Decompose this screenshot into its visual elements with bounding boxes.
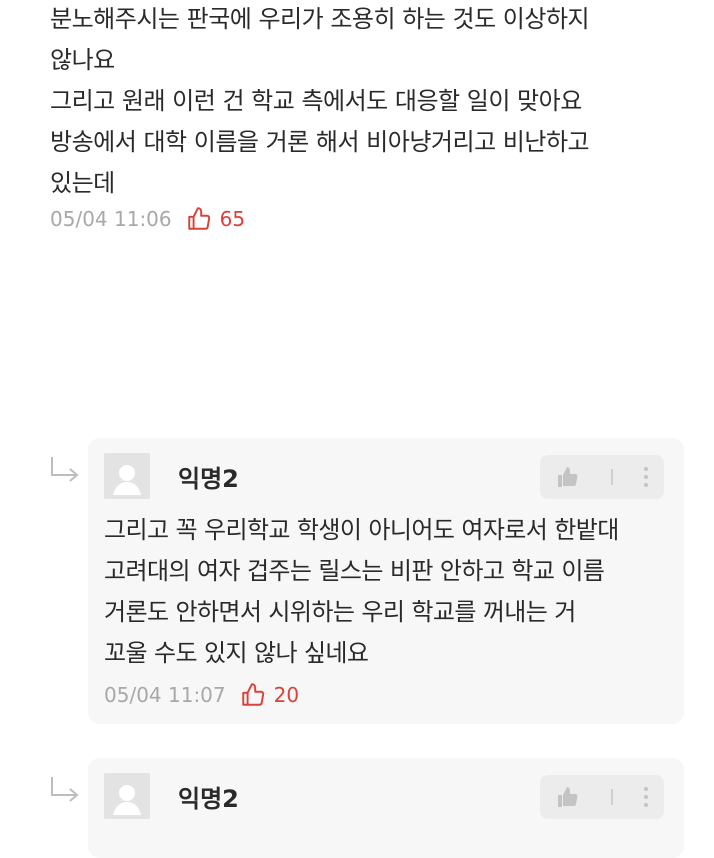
default-avatar-icon[interactable] bbox=[104, 453, 150, 499]
reply-card: 익명2 그리고 꼭 우리학교 학생이 아니어도 여자로서 한밭대 고려대의 여자… bbox=[88, 438, 684, 724]
reply-arrow-icon bbox=[51, 457, 79, 482]
like-button[interactable]: 20 bbox=[240, 682, 299, 708]
like-count: 20 bbox=[273, 683, 300, 707]
comment-meta: 05/04 11:06 65 bbox=[50, 206, 690, 232]
reply-card: 익명2 bbox=[88, 758, 684, 858]
reply-timestamp: 05/04 11:07 bbox=[104, 683, 226, 707]
default-avatar-icon[interactable] bbox=[104, 773, 150, 819]
comment-timestamp: 05/04 11:06 bbox=[50, 207, 172, 231]
reply-arrow-icon bbox=[51, 777, 79, 802]
divider bbox=[610, 789, 613, 805]
thumbs-up-icon bbox=[187, 207, 210, 230]
reply-meta: 05/04 11:07 20 bbox=[104, 682, 299, 708]
like-count: 65 bbox=[219, 207, 246, 231]
reply-author: 익명2 bbox=[178, 464, 239, 493]
reply-author: 익명2 bbox=[178, 784, 239, 813]
comment-text: 분노해주시는 판국에 우리가 조용히 하는 것도 이상하지 않나요 그리고 원래… bbox=[50, 5, 590, 197]
thumbs-up-icon[interactable] bbox=[556, 465, 580, 489]
reply-header: 익명2 bbox=[104, 453, 239, 499]
divider bbox=[610, 469, 613, 485]
thumbs-up-icon bbox=[241, 683, 264, 706]
thumbs-up-icon[interactable] bbox=[556, 785, 580, 809]
comment: 분노해주시는 판국에 우리가 조용히 하는 것도 이상하지 않나요 그리고 원래… bbox=[50, 0, 690, 232]
reply-text: 그리고 꼭 우리학교 학생이 아니어도 여자로서 한밭대 고려대의 여자 겁주는… bbox=[104, 516, 619, 667]
reply-actions bbox=[540, 455, 664, 499]
more-vertical-icon[interactable] bbox=[644, 787, 649, 807]
reply-header: 익명2 bbox=[104, 773, 239, 819]
reply-actions bbox=[540, 775, 664, 819]
like-button[interactable]: 65 bbox=[186, 206, 245, 232]
more-vertical-icon[interactable] bbox=[644, 467, 649, 487]
